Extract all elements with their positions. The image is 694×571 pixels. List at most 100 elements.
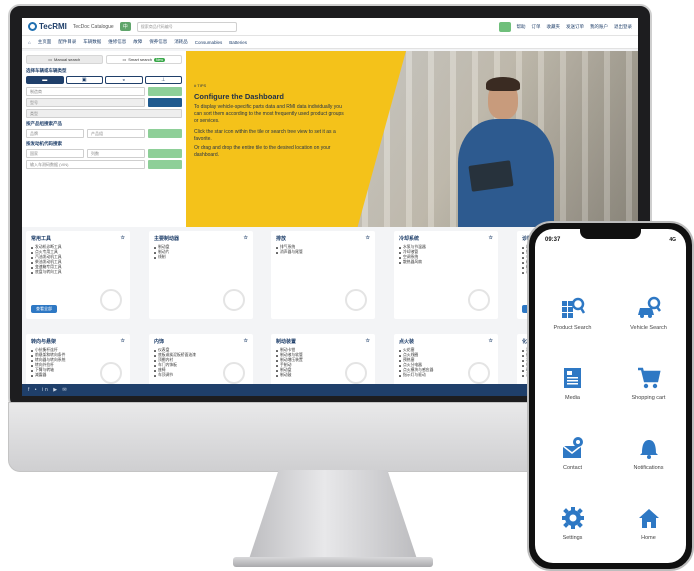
app-vehicle-search[interactable]: Vehicle Search — [611, 295, 686, 331]
menu-item[interactable]: 消耗品 — [174, 39, 188, 45]
view-all-button[interactable]: 查看全部 — [31, 305, 57, 313]
vin-search-button[interactable] — [148, 160, 182, 169]
notifications-icon — [636, 435, 662, 461]
menu-bar: ⌂ 主页面 配件目录 车辆数据 维修信息 故障 保养信息 消耗品 Consuma… — [22, 36, 638, 49]
tile-illustration-icon — [468, 362, 490, 384]
country-select[interactable]: 国家 — [26, 149, 84, 158]
favorite-star-icon[interactable]: ☆ — [489, 338, 493, 345]
vehicle-type-car[interactable]: ▬ — [26, 76, 64, 84]
vehicle-type-truck[interactable]: ▣ — [65, 76, 103, 84]
media-icon — [560, 365, 586, 391]
catalogue-selector[interactable]: TecDoc Catalogue — [73, 24, 114, 30]
manufacturer-search-button[interactable] — [148, 87, 182, 96]
dashboard-tile[interactable]: 主要制动器 ☆ 制动盘 制动片 线制 — [149, 231, 253, 319]
tile-link[interactable]: 散热器风扇 — [399, 260, 493, 265]
menu-item[interactable]: Batteries — [229, 40, 247, 45]
app-product-search[interactable]: Product Search — [535, 295, 610, 331]
car-icon: ▭ — [48, 57, 53, 62]
top-link-favorites[interactable]: 收藏夹 — [547, 24, 561, 30]
app-contact[interactable]: Contact — [535, 435, 610, 471]
product-search-icon — [560, 295, 586, 321]
menu-item[interactable]: 主页面 — [38, 39, 52, 45]
vin-input[interactable]: 输入车测码数据 (VIN) — [26, 160, 145, 169]
app-label: Media — [565, 395, 580, 401]
app-media[interactable]: Media — [535, 365, 610, 401]
product-search-button[interactable] — [148, 129, 182, 138]
tile-illustration-icon — [468, 289, 490, 311]
dashboard-tile[interactable]: 冷却系统 ☆ 水泵与节温器 冷却液管 空调系统 散热器风扇 — [394, 231, 498, 319]
menu-item[interactable]: Consumables — [195, 40, 223, 45]
code-input[interactable]: 列数 — [87, 149, 145, 158]
favorite-star-icon[interactable]: ☆ — [244, 235, 248, 242]
favorite-star-icon[interactable]: ☆ — [121, 235, 125, 242]
smartphone: 09:37 4G Product Search Vehicle Search Med… — [527, 221, 694, 571]
app-label: Notifications — [633, 465, 664, 471]
tile-title: 内饰 — [154, 339, 165, 345]
app-label: Shopping cart — [631, 395, 666, 401]
vehicle-type-motorbike[interactable]: ◒ — [105, 76, 143, 84]
menu-item[interactable]: 车辆数据 — [83, 39, 101, 45]
model-select[interactable]: 型号 — [26, 98, 145, 107]
logo-text: TecRMI — [39, 22, 67, 31]
search-button[interactable] — [498, 21, 511, 32]
manufacturer-select[interactable]: 制造商 — [26, 87, 145, 96]
app-label: Home — [641, 535, 656, 541]
logo-icon — [28, 22, 37, 31]
tile-link[interactable]: 底盘与转向工具 — [31, 270, 125, 275]
social-icons[interactable]: f • in ▶ ✉ — [28, 387, 69, 393]
app-home[interactable]: Home — [611, 505, 686, 541]
status-time: 09:37 — [545, 237, 561, 243]
section-label: 按产品组搜索产品 — [26, 121, 62, 126]
shopping-cart-icon — [636, 365, 662, 391]
search-input[interactable]: 搜索商品代码编号 — [136, 21, 237, 32]
vehicle-search-button[interactable] — [148, 98, 182, 107]
tab-smart-search[interactable]: ▭ Smart search New — [105, 55, 182, 64]
status-bar: 09:37 4G — [545, 237, 676, 243]
brand-select[interactable]: 品牌 — [26, 129, 84, 138]
phone-screen: 09:37 4G Product Search Vehicle Search Med… — [535, 229, 686, 563]
favorite-star-icon[interactable]: ☆ — [121, 338, 125, 345]
top-link-help[interactable]: 帮助 — [517, 24, 526, 30]
code-search-button[interactable] — [148, 149, 182, 158]
top-link-logout[interactable]: 退出登录 — [614, 24, 632, 30]
menu-item[interactable]: 保养信息 — [149, 39, 167, 45]
favorite-star-icon[interactable]: ☆ — [366, 235, 370, 242]
dashboard-tile[interactable]: 排放 ☆ 排气系统 消声器与尾管 — [271, 231, 375, 319]
search-panel: ▭ Manual search ▭ Smart search New 选择车辆或… — [22, 51, 186, 227]
vehicle-type-axle[interactable]: ⊥ — [144, 76, 182, 84]
app-settings[interactable]: Settings — [535, 505, 610, 541]
banner-text: # TIPS Configure the Dashboard To displa… — [194, 83, 344, 161]
tile-title: 常用工具 — [31, 236, 52, 242]
home-icon[interactable]: ⌂ — [28, 40, 31, 45]
section-label: 选择车辆或车辆类型 — [26, 68, 67, 73]
tile-link[interactable]: 消声器与尾管 — [276, 250, 370, 255]
top-link-account[interactable]: 我的账户 — [590, 24, 608, 30]
logo[interactable]: TecRMI — [28, 22, 67, 31]
banner-kicker: # TIPS — [194, 83, 207, 88]
app-label: Product Search — [553, 325, 592, 331]
favorite-star-icon[interactable]: ☆ — [489, 235, 493, 242]
product-group-select[interactable]: 产品组 — [87, 129, 145, 138]
tile-title: 制动装置 — [276, 339, 297, 345]
app-notifications[interactable]: Notifications — [611, 435, 686, 471]
contact-icon — [560, 435, 586, 461]
tab-manual-search[interactable]: ▭ Manual search — [26, 55, 103, 64]
home-icon — [636, 505, 662, 531]
dashboard-banner: # TIPS Configure the Dashboard To displa… — [186, 51, 638, 227]
tile-link[interactable]: 线制 — [154, 255, 248, 260]
tile-title: 主要制动器 — [154, 236, 180, 242]
menu-item[interactable]: 配件目录 — [58, 39, 76, 45]
dashboard-tile[interactable]: 常用工具 ☆ 发动机诊断工具 点火专用工具 汽油发动机工具 柴油发动机工具 变速箱专用工具底… — [26, 231, 130, 319]
favorite-star-icon[interactable]: ☆ — [244, 338, 248, 345]
language-button[interactable]: 中 — [119, 22, 131, 31]
favorite-star-icon[interactable]: ☆ — [366, 338, 370, 345]
top-link-orders[interactable]: 订单 — [532, 24, 541, 30]
banner-step-1: Click the star icon within the tile or s… — [194, 129, 336, 142]
menu-item[interactable]: 故障 — [133, 39, 142, 45]
app-shopping-cart[interactable]: Shopping cart — [611, 365, 686, 401]
tile-illustration-icon — [100, 289, 122, 311]
type-select[interactable]: 类型 — [26, 109, 182, 118]
menu-item[interactable]: 维修信息 — [108, 39, 126, 45]
tile-illustration-icon — [100, 362, 122, 384]
top-link-send-order[interactable]: 发送订单 — [566, 24, 584, 30]
